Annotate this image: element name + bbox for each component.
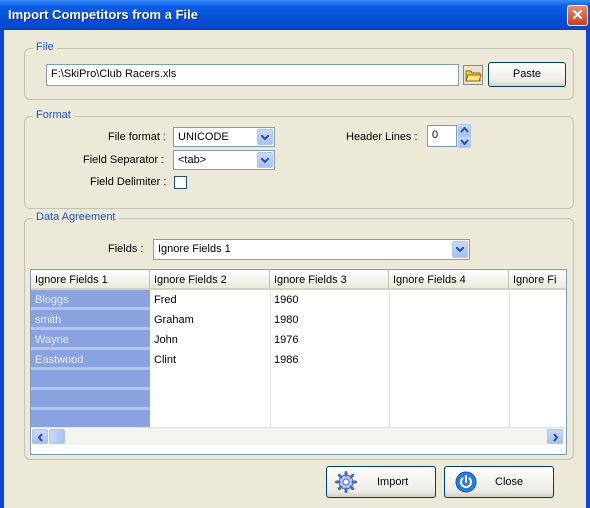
table-cell[interactable]: Fred (154, 294, 177, 306)
folder-icon (463, 65, 483, 85)
browse-folder-button[interactable] (463, 65, 483, 85)
table-cell[interactable]: 1960 (274, 294, 298, 306)
table-cell[interactable]: Clint (154, 354, 176, 366)
column-header-5[interactable]: Ignore Fi (509, 270, 566, 290)
dialog-client-area: File F:\SkiPro\Club Racers.xls Paste For… (4, 30, 586, 508)
field-separator-label: Field Separator : (83, 154, 165, 166)
spin-up-button[interactable] (458, 124, 471, 136)
close-button-label: Close (495, 476, 524, 488)
import-button-label: Import (377, 476, 409, 488)
column-header-2[interactable]: Ignore Fields 2 (150, 270, 270, 290)
format-group-legend: Format (33, 109, 74, 121)
table-cell[interactable]: John (154, 334, 178, 346)
data-grid[interactable]: Ignore Fields 1 Ignore Fields 2 Ignore F… (30, 269, 567, 455)
spin-down-button[interactable] (458, 136, 471, 148)
scroll-right-button[interactable] (547, 429, 563, 444)
table-cell[interactable]: Graham (154, 314, 194, 326)
column-header-3[interactable]: Ignore Fields 3 (270, 270, 389, 290)
chevron-down-icon (460, 139, 469, 146)
file-path-input[interactable]: F:\SkiPro\Club Racers.xls (46, 64, 459, 86)
table-cell[interactable]: Eastwood (35, 354, 83, 366)
data-agreement-legend: Data Agreement (33, 211, 119, 223)
close-window-button[interactable]: ✕ (567, 5, 588, 26)
fields-value: Ignore Fields 1 (158, 243, 231, 255)
close-icon: ✕ (571, 7, 584, 24)
row-separator (31, 387, 150, 390)
scroll-left-button[interactable] (32, 429, 48, 444)
fields-select[interactable]: Ignore Fields 1 (153, 239, 470, 260)
field-delimiter-label: Field Delimiter : (90, 176, 167, 188)
column-header-1[interactable]: Ignore Fields 1 (31, 270, 150, 290)
file-format-label: File format : (108, 131, 167, 143)
horizontal-scrollbar[interactable] (31, 427, 566, 445)
import-button[interactable]: Import (326, 466, 436, 498)
field-delimiter-checkbox[interactable] (174, 176, 187, 189)
row-separator (31, 307, 150, 310)
table-cell[interactable]: 1976 (274, 334, 298, 346)
table-cell[interactable]: Wayne (35, 334, 69, 346)
column-header-4[interactable]: Ignore Fields 4 (389, 270, 509, 290)
paste-button[interactable]: Paste (488, 62, 566, 87)
file-format-value: UNICODE (178, 131, 229, 143)
row-separator (31, 407, 150, 410)
file-format-select[interactable]: UNICODE (173, 127, 275, 147)
field-separator-select[interactable]: <tab> (173, 150, 275, 170)
file-group: File F:\SkiPro\Club Racers.xls Paste (24, 41, 574, 100)
column-divider (509, 290, 510, 427)
row-separator (31, 347, 150, 350)
fields-label: Fields : (108, 243, 144, 255)
chevron-down-icon[interactable] (257, 129, 273, 145)
close-button[interactable]: Close (444, 466, 554, 498)
table-cell[interactable]: smith (35, 314, 61, 326)
file-group-legend: File (33, 41, 57, 53)
window-title: Import Competitors from a File (8, 7, 198, 22)
field-separator-value: <tab> (178, 154, 207, 166)
table-cell[interactable]: 1986 (274, 354, 298, 366)
header-lines-label: Header Lines : (346, 131, 418, 143)
power-icon (455, 471, 477, 493)
import-dialog-window: Import Competitors from a File ✕ File F:… (0, 0, 590, 508)
column-divider (270, 290, 271, 427)
chevron-down-icon[interactable] (452, 241, 468, 258)
chevron-down-icon[interactable] (257, 152, 273, 168)
table-cell[interactable]: 1980 (274, 314, 298, 326)
scrollbar-thumb[interactable] (49, 429, 65, 444)
chevron-up-icon (460, 126, 469, 133)
column-divider (389, 290, 390, 427)
row-separator (31, 327, 150, 330)
chevron-left-icon (37, 433, 43, 442)
table-cell[interactable]: Bloggs (35, 294, 69, 306)
gear-icon (335, 471, 357, 493)
title-bar[interactable]: Import Competitors from a File ✕ (0, 0, 590, 30)
header-lines-input[interactable]: 0 (427, 125, 457, 147)
chevron-right-icon (553, 433, 559, 442)
row-separator (31, 367, 150, 370)
format-group: Format File format : UNICODE Header Line… (24, 109, 574, 209)
